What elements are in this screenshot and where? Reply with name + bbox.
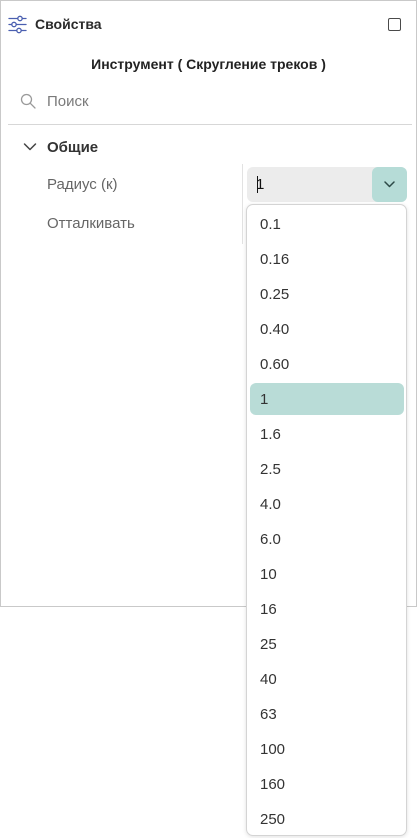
maximize-icon[interactable] bbox=[388, 18, 401, 31]
panel-title: Свойства bbox=[35, 16, 102, 32]
radius-dropdown-list[interactable]: 0.1 0.16 0.25 0.40 0.60 1 1.6 2.5 4.0 6.… bbox=[246, 204, 407, 836]
dropdown-option[interactable]: 0.1 bbox=[250, 208, 404, 240]
dropdown-option[interactable]: 0.25 bbox=[250, 278, 404, 310]
chevron-down-icon[interactable] bbox=[23, 142, 37, 152]
dropdown-option[interactable]: 2.5 bbox=[250, 453, 404, 485]
dropdown-option[interactable]: 1.6 bbox=[250, 418, 404, 450]
dropdown-option[interactable]: 40 bbox=[250, 663, 404, 695]
dropdown-option-selected[interactable]: 1 bbox=[250, 383, 404, 415]
sliders-icon[interactable] bbox=[8, 15, 27, 34]
search-icon bbox=[20, 93, 36, 109]
dropdown-option[interactable]: 250 bbox=[250, 803, 404, 835]
column-divider[interactable] bbox=[242, 164, 243, 244]
dropdown-option[interactable]: 25 bbox=[250, 628, 404, 660]
dropdown-option[interactable]: 6.0 bbox=[250, 523, 404, 555]
dropdown-option[interactable]: 63 bbox=[250, 698, 404, 730]
section-general[interactable]: Общие bbox=[23, 138, 173, 158]
panel-header: Свойства bbox=[1, 1, 416, 47]
section-label: Общие bbox=[47, 139, 99, 156]
tool-title: Инструмент ( Скругление треков ) bbox=[91, 56, 326, 72]
dropdown-option[interactable]: 0.16 bbox=[250, 243, 404, 275]
dropdown-option[interactable]: 4.0 bbox=[250, 488, 404, 520]
property-label-radius: Радиус (к) bbox=[47, 176, 118, 193]
property-label-repel: Отталкивать bbox=[47, 215, 135, 232]
search-input[interactable]: Поиск bbox=[8, 87, 412, 125]
search-placeholder: Поиск bbox=[47, 93, 89, 110]
chevron-down-icon bbox=[384, 181, 395, 188]
dropdown-option[interactable]: 100 bbox=[250, 733, 404, 765]
dropdown-option[interactable]: 10 bbox=[250, 558, 404, 590]
dropdown-option[interactable]: 0.60 bbox=[250, 348, 404, 380]
radius-combobox[interactable]: 1 bbox=[247, 167, 407, 202]
dropdown-toggle-button[interactable] bbox=[372, 167, 407, 202]
text-caret bbox=[257, 176, 258, 193]
dropdown-option[interactable]: 16 bbox=[250, 593, 404, 625]
dropdown-option[interactable]: 160 bbox=[250, 768, 404, 800]
dropdown-option[interactable]: 0.40 bbox=[250, 313, 404, 345]
